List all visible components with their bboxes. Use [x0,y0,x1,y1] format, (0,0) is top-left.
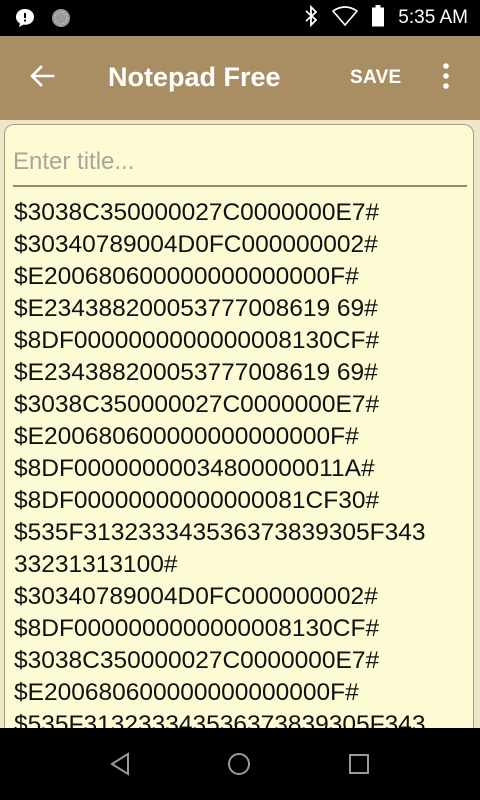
note-line: $3038C350000027C0000000E7# [14,199,380,226]
note-line: $30340789004D0FC000000002# [14,583,378,610]
note-line: $8DF0000000000000008130CF# [14,327,380,354]
home-circle-icon [227,752,251,781]
status-bar: 5:35 AM [0,0,480,36]
note-line: 33231313100# [14,551,178,578]
note-body-textarea[interactable]: $3038C350000027C0000000E7# $30340789004D0… [14,197,473,728]
note-line: $8DF0000000000000008130CF# [14,615,380,642]
back-triangle-icon [109,751,131,781]
note-line: $535F313233343536373839305F343 [14,711,426,728]
app-title: Notepad Free [108,62,281,92]
note-line: $8DF00000000000000081CF30# [14,487,380,514]
status-right: 5:35 AM [304,0,468,36]
nav-recents-button[interactable] [341,748,377,784]
note-editor: $3038C350000027C0000000E7# $30340789004D0… [4,124,474,728]
title-input[interactable] [13,143,467,187]
wifi-icon [332,5,359,31]
bluetooth-icon [304,4,318,32]
nav-back-button[interactable] [102,748,138,784]
nav-home-button[interactable] [221,748,257,784]
save-button[interactable]: SAVE [350,67,402,89]
more-vert-icon [442,62,450,94]
navigation-bar [0,728,480,800]
note-line: $E200680600000000000000F# [14,263,359,290]
note-line: $E200680600000000000000F# [14,423,359,450]
circle-notification-icon [50,7,72,34]
note-line: $3038C350000027C0000000E7# [14,647,380,674]
recents-square-icon [348,753,370,780]
note-line: $E200680600000000000000F# [14,679,359,706]
back-button[interactable] [22,58,62,98]
note-line: $8DF00000000034800000011A# [14,455,375,482]
status-left-icons [14,7,72,34]
app-bar: Notepad Free SAVE [0,36,480,120]
status-time: 5:35 AM [398,7,468,28]
arrow-back-icon [29,63,55,94]
note-line: $E234388200053777008619 69# [14,359,378,386]
message-notification-icon [14,7,36,34]
note-line: $30340789004D0FC000000002# [14,231,378,258]
note-line: $3038C350000027C0000000E7# [14,391,380,418]
overflow-menu-button[interactable] [434,58,458,98]
note-line: $E234388200053777008619 69# [14,295,378,322]
battery-icon [372,4,385,32]
note-line: $535F313233343536373839305F343 [14,519,426,546]
